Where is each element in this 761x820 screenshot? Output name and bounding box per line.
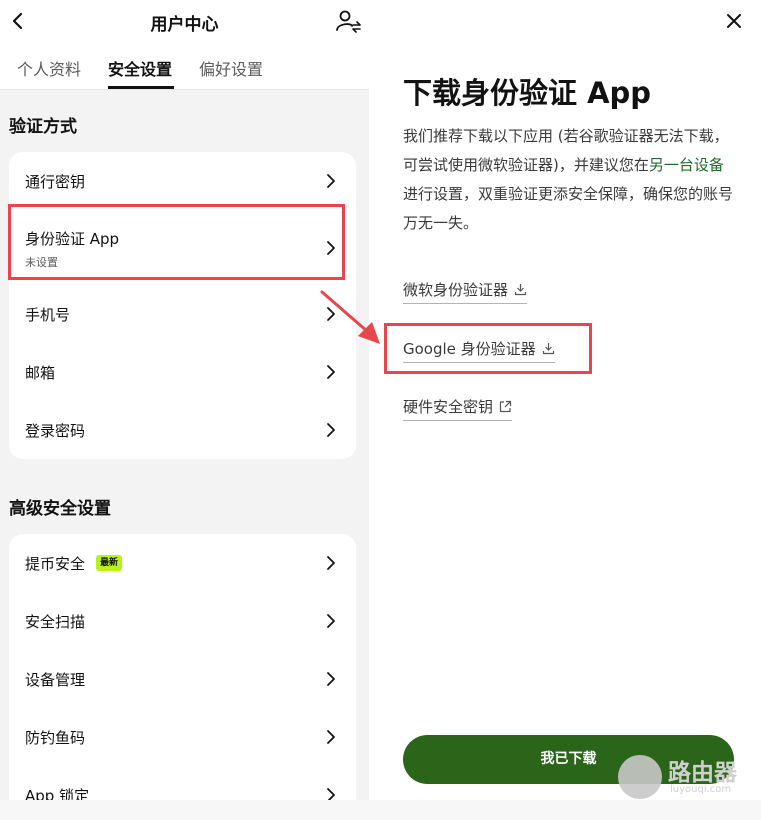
chevron-right-icon xyxy=(327,730,335,744)
list-item-phone[interactable]: 手机号 xyxy=(9,285,356,343)
watermark-text: 路由器 xyxy=(668,760,737,786)
link-label: 微软身份验证器 xyxy=(403,281,509,299)
list-item-passkey[interactable]: 通行密钥 xyxy=(9,152,356,210)
new-badge: 最新 xyxy=(96,555,123,571)
chevron-right-icon xyxy=(327,365,335,379)
bottom-strip xyxy=(0,800,761,820)
user-center-panel: 用户中心 个人资料 安全设置 偏好设置 验证方式 通行密钥 身份验证 App 未… xyxy=(0,0,369,800)
header: 用户中心 个人资料 安全设置 偏好设置 xyxy=(0,0,369,90)
list-item-label: 提币安全 xyxy=(25,555,86,573)
highlight-box xyxy=(384,323,592,374)
list-item-security-scan[interactable]: 安全扫描 xyxy=(9,592,356,650)
page-title: 用户中心 xyxy=(150,15,219,35)
another-device-link[interactable]: 另一台设备 xyxy=(649,156,724,174)
tab-preferences[interactable]: 偏好设置 xyxy=(199,56,263,80)
download-icon xyxy=(514,284,527,296)
chevron-right-icon xyxy=(327,614,335,628)
list-item-withdrawal-security[interactable]: 提币安全 最新 xyxy=(9,534,356,592)
section-verify-title: 验证方式 xyxy=(9,117,77,137)
list-item-app-lock[interactable]: App 锁定 xyxy=(9,766,356,800)
list-item-label: 设备管理 xyxy=(25,671,86,689)
list-item-label: 手机号 xyxy=(25,306,71,324)
watermark-logo-icon xyxy=(618,755,662,799)
sheet-description: 我们推荐下载以下应用 (若谷歌验证器无法下载，可尝试使用微软验证器)，并建议您在… xyxy=(403,122,733,238)
chevron-right-icon xyxy=(327,423,335,437)
sheet-title: 下载身份验证 App xyxy=(403,76,652,110)
list-item-label: App 锁定 xyxy=(25,787,90,800)
watermark-url: luyouqi.com xyxy=(670,784,732,795)
list-item-label: 安全扫描 xyxy=(25,613,86,631)
watermark: 路由器 luyouqi.com xyxy=(618,753,753,799)
microsoft-authenticator-link[interactable]: 微软身份验证器 xyxy=(403,279,528,304)
verify-methods-card: 通行密钥 身份验证 App 未设置 手机号 邮箱 登录密码 xyxy=(9,152,356,459)
download-authenticator-sheet: 下载身份验证 App 我们推荐下载以下应用 (若谷歌验证器无法下载，可尝试使用微… xyxy=(369,0,761,800)
description-text-end: 进行设置，双重验证更添安全保障，确保您的账号万无一失。 xyxy=(403,185,734,232)
tab-bar: 个人资料 安全设置 偏好设置 xyxy=(0,52,369,90)
pointer-arrow-icon xyxy=(320,290,380,344)
chevron-right-icon xyxy=(327,174,335,188)
tab-profile[interactable]: 个人资料 xyxy=(17,56,81,80)
hardware-security-key-link[interactable]: 硬件安全密钥 xyxy=(403,396,513,421)
active-tab-indicator xyxy=(108,86,174,89)
user-switch-icon[interactable] xyxy=(335,8,361,34)
tab-security[interactable]: 安全设置 xyxy=(108,56,172,80)
list-item-device-management[interactable]: 设备管理 xyxy=(9,650,356,708)
list-item-label: 登录密码 xyxy=(25,422,86,440)
link-label: 硬件安全密钥 xyxy=(403,398,494,416)
close-icon[interactable] xyxy=(725,12,743,30)
list-item-label: 防钓鱼码 xyxy=(25,729,86,747)
chevron-right-icon xyxy=(327,672,335,686)
chevron-right-icon xyxy=(327,556,335,570)
list-item-login-password[interactable]: 登录密码 xyxy=(9,401,356,459)
list-item-email[interactable]: 邮箱 xyxy=(9,343,356,401)
advanced-security-card: 提币安全 最新 安全扫描 设备管理 防钓鱼码 App 锁定 xyxy=(9,534,356,800)
list-item-label: 通行密钥 xyxy=(25,173,86,191)
highlight-box xyxy=(8,204,345,280)
list-item-anti-phishing[interactable]: 防钓鱼码 xyxy=(9,708,356,766)
external-link-icon xyxy=(499,400,512,413)
chevron-right-icon xyxy=(327,788,335,800)
list-item-label: 邮箱 xyxy=(25,364,56,382)
section-advanced-title: 高级安全设置 xyxy=(9,499,111,519)
